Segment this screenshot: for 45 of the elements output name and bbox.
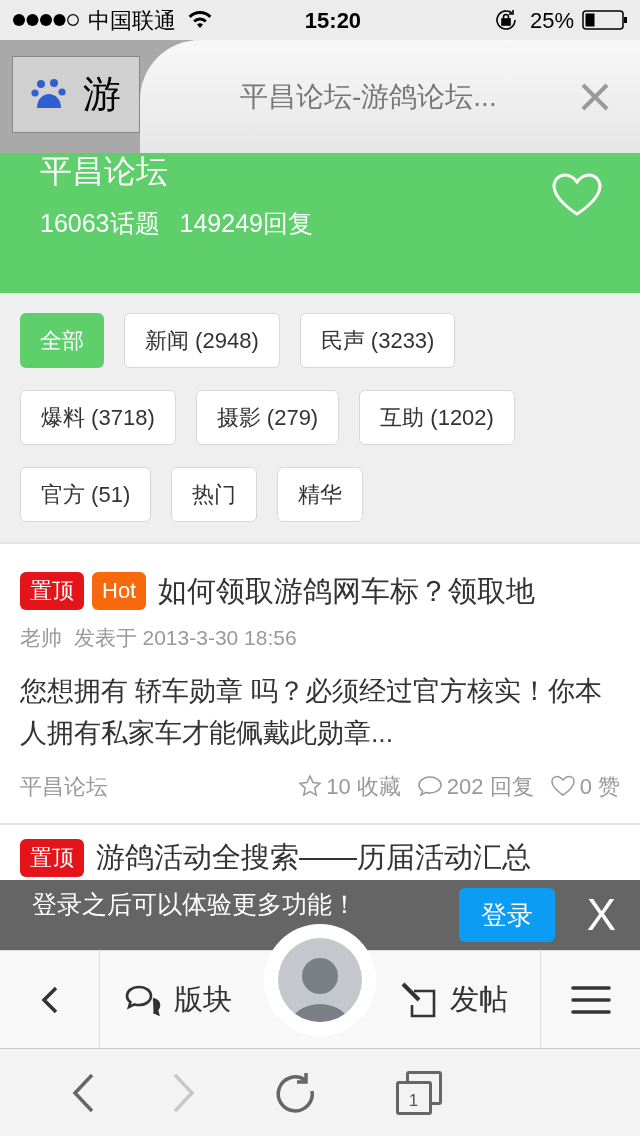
signal-icon [12,13,80,27]
battery-icon [582,10,628,30]
new-post-button[interactable]: 发帖 [400,977,508,1022]
forum-title: 平昌论坛 [40,153,169,189]
browser-tab[interactable]: 游 [12,56,140,133]
clock: 15:20 [304,6,362,35]
back-icon[interactable] [70,1071,95,1114]
tag: 置顶 [20,572,84,610]
compose-icon [400,980,438,1019]
post-title: 游鸽活动全搜索——历届活动汇总 [96,843,531,872]
rotation-lock-icon [493,8,518,32]
filter-chip[interactable]: 官方 (51) [20,467,152,522]
login-message: 登录之后可以体验更多功能！ [32,889,357,920]
topic-count: 16063话题 [40,208,160,239]
menu-icon[interactable] [570,984,611,1015]
star-icon [298,774,323,798]
tag: Hot [92,572,147,610]
heart-icon [549,774,576,798]
filter-chip[interactable]: 互助 (1202) [359,390,515,445]
post-excerpt: 您想拥有 轿车勋章 吗？必须经过官方核实！你本人拥有私家车才能佩戴此勋章... [20,674,603,750]
filter-chip[interactable]: 民声 (3233) [299,313,456,368]
filter-chip[interactable]: 热门 [171,467,258,522]
wifi-icon [188,11,212,29]
avatar-icon [278,938,362,1022]
close-button[interactable]: X [586,893,616,937]
filter-chip[interactable]: 爆料 (3718) [20,390,176,445]
tag: 置顶 [20,838,84,877]
filter-chip[interactable]: 精华 [277,467,364,522]
post-meta: 老帅 发表于 2013-3-30 18:56 [20,625,298,651]
close-icon[interactable] [580,81,610,112]
forum-name: 平昌论坛 [20,772,108,801]
back-icon[interactable] [39,984,60,1015]
filter-chip[interactable]: 新闻 (2948) [124,313,280,368]
speech-bubble-icon [416,774,443,798]
carrier-name: 中国联通 [88,6,176,35]
battery-percent: 25% [529,6,574,35]
post-title: 如何领取游鸽网车标？领取地 [158,576,536,606]
tab-title: 游 [83,72,121,117]
sections-button[interactable]: 版块 [124,977,232,1022]
chat-bubbles-icon [124,983,162,1016]
browser-tab[interactable]: 平昌论坛-游鸽论坛... [140,40,640,153]
reply-count: 149249回复 [179,208,313,239]
tab-title: 平昌论坛-游鸽论坛... [240,79,497,114]
filter-chip[interactable]: 摄影 (279) [195,390,340,445]
tab-count: 1 [408,1089,419,1112]
